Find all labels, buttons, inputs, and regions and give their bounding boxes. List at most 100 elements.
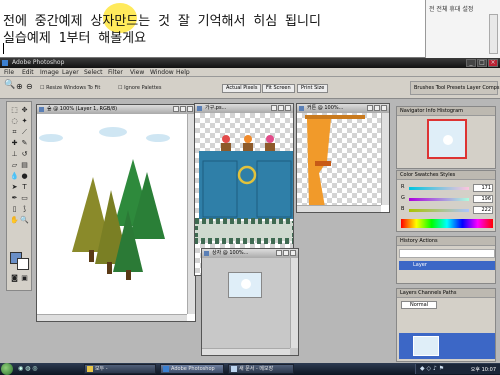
red-value[interactable]: 171 [473,184,493,192]
quick-mask-icon[interactable]: ◙ [10,274,19,283]
red-label: R [401,184,405,190]
blue-value[interactable]: 222 [473,206,493,214]
menu-layer[interactable]: Layer [62,69,79,76]
print-size-button[interactable]: Print Size [297,84,329,93]
pen-tool-icon[interactable]: ✒ [10,194,19,203]
navigator-preview[interactable] [427,119,467,159]
doc-titlebar-cabinet[interactable]: 가구.ps... [195,104,293,113]
tray-icons[interactable]: ◆ ◇ ♪ ⚑ [420,365,444,372]
zoom-out-icon[interactable]: ⊖ [26,82,33,91]
layers-tabs[interactable]: Layers Channels Paths [397,289,495,298]
menu-window[interactable]: Window [150,69,174,76]
canvas-small[interactable] [202,258,290,348]
move-tool-icon[interactable]: ✥ [20,106,29,115]
eraser-tool-icon[interactable]: ▱ [10,161,19,170]
doc-vertical-scrollbar[interactable] [381,113,389,205]
lasso-tool-icon[interactable]: ◌ [10,117,19,126]
history-active-item[interactable]: Layer [399,261,495,270]
taskbar-item-notepad[interactable]: 새 문서 - 메모장 [228,364,294,374]
doc-window-forest[interactable]: 숲 @ 100% (Layer 1, RGB/8) [36,104,196,322]
red-track[interactable] [409,187,469,190]
doc-window-buttons[interactable] [366,105,388,112]
slice-tool-icon[interactable]: ⟋ [20,128,29,137]
blue-track[interactable] [409,209,469,212]
blend-mode-select[interactable]: Normal [401,301,438,309]
blur-tool-icon[interactable]: 💧 [10,172,19,181]
green-slider[interactable]: G 196 [401,195,495,203]
history-snapshot[interactable] [399,249,495,258]
blue-slider[interactable]: B 222 [401,206,495,214]
quick-launch-icons[interactable]: ◉ ◍ ◎ [18,365,38,372]
screen-mode-icon[interactable]: ▣ [20,274,29,283]
menu-file[interactable]: File [4,69,14,76]
actual-pixels-button[interactable]: Actual Pixels [222,84,262,93]
zoom-tool-icon[interactable]: 🔍 [20,216,29,225]
color-ramp[interactable] [401,219,493,228]
doc-window-buttons[interactable] [172,106,194,113]
doc-horizontal-scrollbar[interactable] [37,314,187,321]
doc-title-curtain: 커튼 @ 100%... [307,105,344,111]
maximize-button[interactable]: □ [477,59,487,67]
close-button[interactable]: × [488,59,498,67]
palette-well[interactable]: Brushes Tool Presets Layer Comps [410,81,500,95]
marquee-tool-icon[interactable]: ⬚ [10,106,19,115]
history-brush-icon[interactable]: ↺ [20,150,29,159]
background-color-swatch[interactable] [17,258,29,270]
menu-edit[interactable]: Edit [22,69,34,76]
menu-filter[interactable]: Filter [108,69,123,76]
doc-window-small[interactable]: 상자 @ 100%... [201,248,299,356]
clock[interactable]: 오후 10:07 [471,366,496,373]
start-button[interactable] [1,363,13,375]
layer-row-active[interactable] [399,333,495,359]
box-thumbnail [228,272,262,298]
note-window[interactable]: 전에 중간예제 상자만드는 것 잘 기억해서 히심 됩니디 실습예제 1부터 해… [0,0,500,58]
menu-view[interactable]: View [130,69,144,76]
photoshop-app-icon [2,60,8,66]
doc-horizontal-scrollbar[interactable] [297,205,381,212]
minimize-button[interactable]: _ [466,59,476,67]
red-slider[interactable]: R 171 [401,184,495,192]
type-tool-icon[interactable]: T [20,183,29,192]
resize-windows-option[interactable]: ☐ Resize Windows To Fit [40,84,100,93]
taskbar-item-photoshop[interactable]: Adobe Photoshop [160,364,224,374]
hand-tool-icon[interactable]: ✋ [10,216,19,225]
curtain-rod [305,115,365,119]
gradient-tool-icon[interactable]: ▤ [20,161,29,170]
magic-wand-icon[interactable]: ✦ [20,117,29,126]
green-value[interactable]: 196 [473,195,493,203]
menu-image[interactable]: Image [40,69,59,76]
palette-well-tabs[interactable]: Brushes Tool Presets Layer Comps [414,85,500,91]
ignore-palettes-option[interactable]: ☐ Ignore Palettes [118,84,162,93]
menu-select[interactable]: Select [84,69,103,76]
navigator-tabs[interactable]: Navigator Info Histogram [397,107,495,116]
path-select-icon[interactable]: ➤ [10,183,19,192]
canvas-curtain[interactable] [297,113,381,205]
healing-brush-icon[interactable]: ✚ [10,139,19,148]
canvas-forest[interactable] [37,114,187,314]
stamp-tool-icon[interactable]: ⊥ [10,150,19,159]
brush-tool-icon[interactable]: ✎ [20,139,29,148]
fit-screen-button[interactable]: Fit Screen [262,84,295,93]
zoom-tool-icon[interactable]: 🔍 [4,81,15,90]
taskbar-item-folder[interactable]: 모두 - [84,364,156,374]
doc-title-cabinet: 가구.ps... [205,105,227,111]
doc-titlebar-curtain[interactable]: 커튼 @ 100%... [297,104,389,113]
note-scrollbar[interactable] [489,14,498,54]
color-tabs[interactable]: Color Swatches Styles [397,171,495,180]
history-tabs[interactable]: History Actions [397,237,495,246]
green-track[interactable] [409,198,469,201]
menu-help[interactable]: Help [176,69,190,76]
doc-horizontal-scrollbar[interactable] [202,348,290,355]
doc-titlebar-forest[interactable]: 숲 @ 100% (Layer 1, RGB/8) [37,105,195,114]
doc-titlebar-small[interactable]: 상자 @ 100%... [202,249,298,258]
eyedropper-icon[interactable]: ⟆ [20,205,29,214]
crop-tool-icon[interactable]: ⌗ [10,128,19,137]
doc-window-buttons[interactable] [275,250,297,257]
dodge-tool-icon[interactable]: ● [20,172,29,181]
doc-window-buttons[interactable] [270,105,292,112]
shape-tool-icon[interactable]: ▭ [20,194,29,203]
notes-tool-icon[interactable]: ▯ [10,205,19,214]
doc-window-curtain[interactable]: 커튼 @ 100%... [296,103,390,213]
doc-vertical-scrollbar[interactable] [290,258,298,348]
zoom-mode-icon[interactable]: ⊕ [16,82,23,91]
